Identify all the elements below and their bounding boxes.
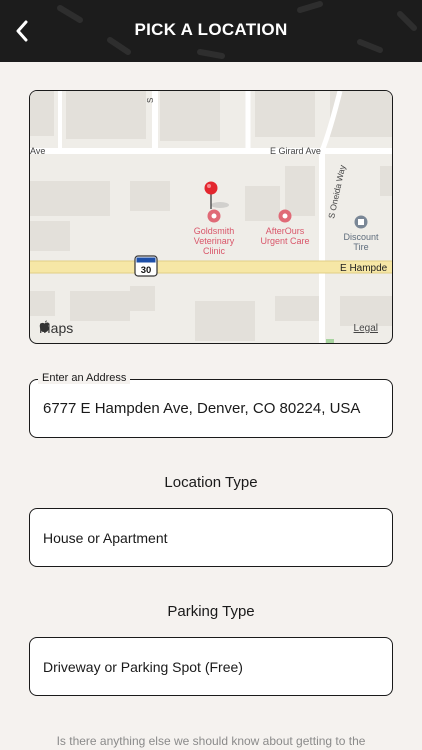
street-label: S Oneida Way [326,163,347,219]
location-map[interactable]: E Girard Ave Ave E Hampde S Oneida Way S… [29,90,393,344]
location-type-value: House or Apartment [43,530,168,546]
maps-attribution: Maps [39,320,73,336]
map-canvas[interactable]: E Girard Ave Ave E Hampde S Oneida Way S… [30,91,393,344]
poi-discount-tire[interactable]: Discount Tire [343,215,379,253]
parking-type-select[interactable]: Driveway or Parking Spot (Free) [29,637,393,696]
svg-text:Discount: Discount [343,232,379,242]
location-pin-icon[interactable] [204,181,230,210]
route-shield-icon: 30 [134,255,158,277]
svg-text:30: 30 [141,265,152,276]
svg-text:Veterinary: Veterinary [194,236,235,246]
street-label: S [146,98,155,103]
poi-goldsmith[interactable]: Goldsmith Veterinary Clinic [194,209,235,257]
page-title: PICK A LOCATION [134,20,288,39]
svg-text:Goldsmith: Goldsmith [194,226,235,236]
address-field[interactable]: Enter an Address [29,372,393,438]
parking-type-heading: Parking Type [167,603,255,620]
svg-text:Urgent Care: Urgent Care [260,236,309,246]
header-bar: PICK A LOCATION [0,0,422,62]
street-label: E Hampde [340,263,388,274]
legal-link[interactable]: Legal [354,323,378,334]
svg-text:AfterOurs: AfterOurs [266,226,305,236]
svg-text:Tire: Tire [353,242,368,252]
location-type-heading: Location Type [164,474,258,491]
parking-type-value: Driveway or Parking Spot (Free) [43,659,243,675]
street-label: Ave [30,146,45,156]
footer-note: Is there anything else we should know ab… [56,734,366,748]
svg-text:Clinic: Clinic [203,246,226,256]
apple-icon [39,320,50,333]
address-input[interactable] [43,400,373,417]
location-type-select[interactable]: House or Apartment [29,508,393,567]
address-label: Enter an Address [38,372,131,384]
street-label: E Girard Ave [270,146,321,156]
